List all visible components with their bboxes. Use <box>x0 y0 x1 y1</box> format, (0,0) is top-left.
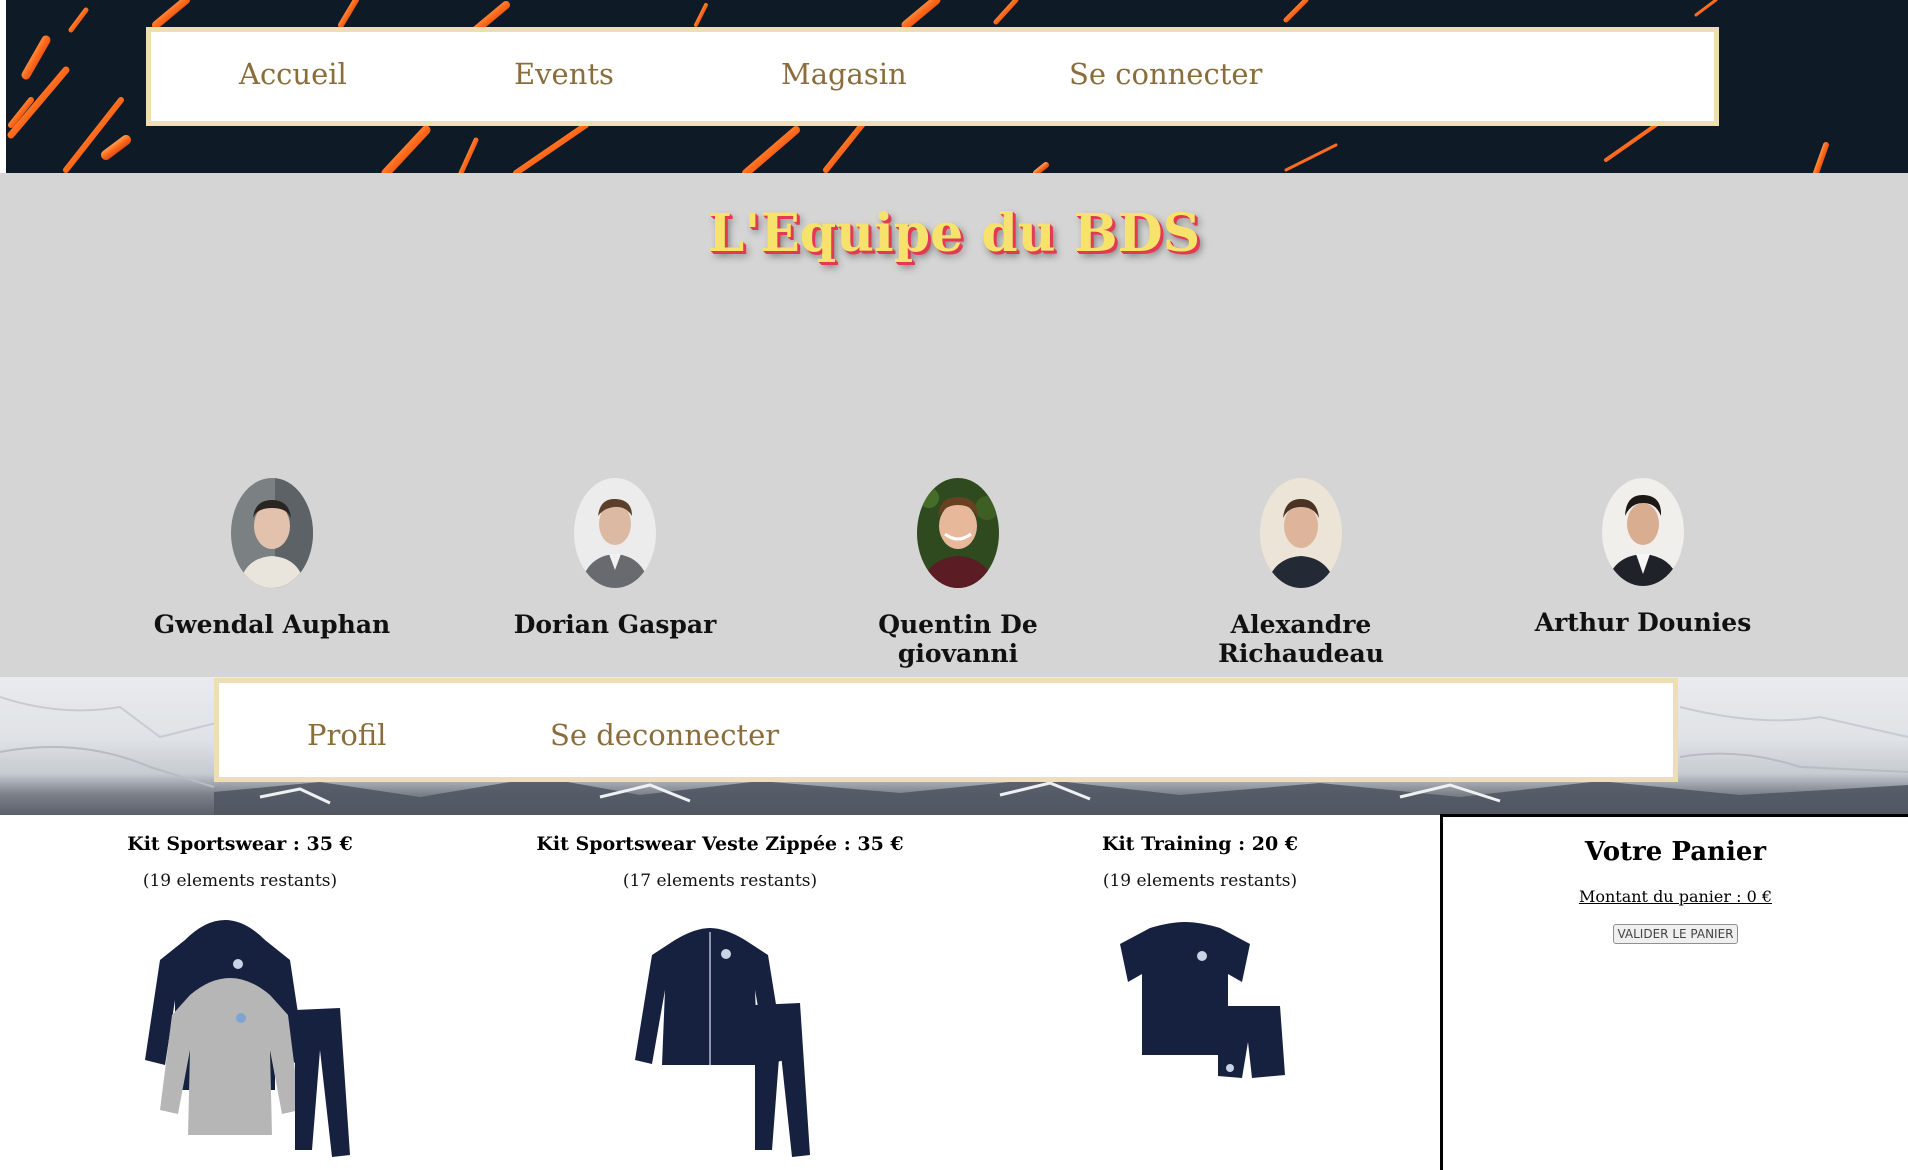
member-photo-avatar <box>917 478 999 588</box>
team-member-card: Quentin De giovanni <box>818 478 1098 668</box>
product-stock: (17 elements restants) <box>622 871 818 891</box>
product-image-kit-training[interactable] <box>980 920 1420 1170</box>
member-photo-avatar <box>1602 478 1684 586</box>
member-name: Quentin De giovanni <box>878 610 1038 668</box>
product-stock: (19 elements restants) <box>142 871 338 891</box>
product-title: Kit Sportswear Veste Zippée : 35 € <box>536 833 904 855</box>
member-name: Dorian Gaspar <box>513 610 717 639</box>
cart-panel: Votre Panier Montant du panier : 0 € VAL… <box>1440 814 1908 1170</box>
user-navbar: Profil Se deconnecter <box>214 678 1678 782</box>
product-title: Kit Sportswear : 35 € <box>127 833 353 855</box>
team-section: L'Equipe du BDS Gwendal Auphan Dorian Ga… <box>0 173 1908 677</box>
member-photo-avatar <box>231 478 313 588</box>
team-member-card: Alexandre Richaudeau <box>1161 478 1441 668</box>
product-image-kit-sportswear[interactable] <box>20 920 460 1170</box>
shop-section: Kit Sportswear : 35 € (19 elements resta… <box>0 815 1440 1170</box>
nav-profil-link[interactable]: Profil <box>307 718 386 752</box>
nav-accueil-link[interactable]: Accueil <box>239 57 347 91</box>
validate-cart-button[interactable]: VALIDER LE PANIER <box>1613 924 1738 944</box>
team-member-card: Arthur Dounies <box>1503 478 1783 637</box>
member-name: Arthur Dounies <box>1534 608 1752 637</box>
product-title: Kit Training : 20 € <box>1101 833 1299 855</box>
team-member-card: Gwendal Auphan <box>132 478 412 639</box>
cart-title: Votre Panier <box>1584 837 1767 867</box>
nav-se-deconnecter-link[interactable]: Se deconnecter <box>550 718 779 752</box>
cart-amount: Montant du panier : 0 € <box>1578 887 1773 906</box>
nav-se-connecter-link[interactable]: Se connecter <box>1069 57 1262 91</box>
product-card[interactable]: Kit Sportswear Veste Zippée : 35 € (17 e… <box>500 815 940 1170</box>
team-member-card: Dorian Gaspar <box>475 478 755 639</box>
team-title: L'Equipe du BDS <box>707 203 1201 264</box>
product-stock: (19 elements restants) <box>1102 871 1298 891</box>
member-name: Gwendal Auphan <box>153 610 391 639</box>
member-photo-avatar <box>1260 478 1342 588</box>
nav-magasin-link[interactable]: Magasin <box>781 57 907 91</box>
member-photo-avatar <box>574 478 656 588</box>
product-card[interactable]: Kit Sportswear : 35 € (19 elements resta… <box>20 815 460 1170</box>
product-card[interactable]: Kit Training : 20 € (19 elements restant… <box>980 815 1420 1170</box>
product-image-veste-zippee[interactable] <box>500 920 940 1170</box>
nav-events-link[interactable]: Events <box>514 57 614 91</box>
main-navbar: Accueil Events Magasin Se connecter <box>146 27 1719 126</box>
member-name: Alexandre Richaudeau <box>1218 610 1384 668</box>
